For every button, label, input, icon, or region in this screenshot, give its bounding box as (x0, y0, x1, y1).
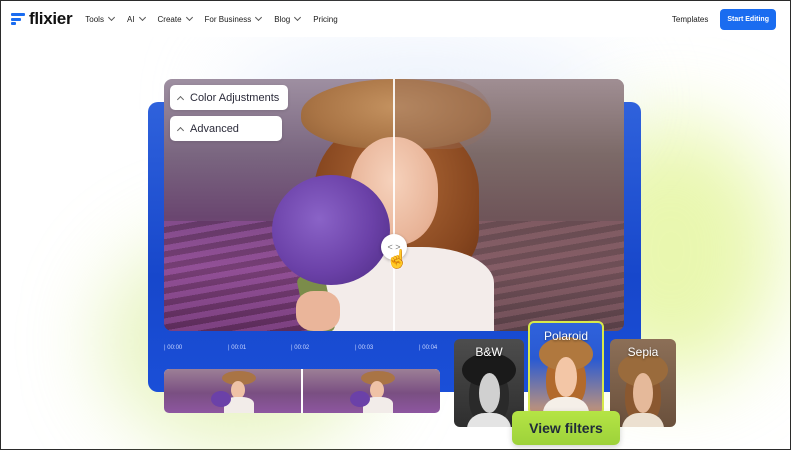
advanced-panel[interactable]: Advanced (170, 116, 282, 141)
clip-flowers (210, 391, 231, 407)
timeline-tick: | 00:01 (228, 345, 247, 351)
menu-blog-label: Blog (274, 14, 291, 24)
hand-pointer-icon: ☝ (386, 249, 409, 269)
clip-flowers (349, 391, 370, 407)
logo-mark-icon (11, 13, 25, 25)
top-navigation: flixier Tools AI Create For Business Blo… (1, 1, 790, 37)
chevron-up-icon (176, 95, 185, 103)
color-adjustments-panel[interactable]: Color Adjustments (170, 85, 289, 110)
chevron-down-icon (185, 13, 193, 22)
advanced-label: Advanced (190, 122, 239, 135)
timeline-tick: | 00:00 (164, 345, 183, 351)
timeline-clip[interactable] (303, 369, 440, 413)
chevron-down-icon (255, 13, 263, 22)
filter-thumb-shirt (621, 413, 665, 427)
compare-divider-line[interactable] (393, 79, 395, 331)
filter-card-polaroid[interactable]: Polaroid (528, 321, 604, 415)
menu-tools[interactable]: Tools (85, 13, 115, 24)
menu-blog[interactable]: Blog (274, 13, 302, 24)
menu-pricing-label: Pricing (313, 14, 338, 24)
menu-tools-label: Tools (85, 14, 104, 24)
start-editing-button[interactable]: Start Editing (720, 8, 776, 30)
menu-for-business[interactable]: For Business (204, 13, 263, 24)
filter-label: Sepia (627, 345, 659, 359)
chevron-down-icon (294, 13, 302, 22)
chevron-down-icon (138, 13, 146, 22)
menu-ai-label: AI (126, 14, 135, 24)
filter-thumb-face (555, 357, 577, 397)
chevron-down-icon (107, 13, 115, 22)
timeline-tick: | 00:04 (419, 345, 438, 351)
menu-create-label: Create (157, 14, 182, 24)
filter-card-sepia[interactable]: Sepia (610, 339, 676, 427)
filter-thumb-face (478, 373, 500, 413)
chevron-up-icon (176, 126, 185, 134)
logo-text: flixier (29, 9, 73, 28)
timeline-clip-strip[interactable] (164, 369, 440, 413)
hand (296, 291, 340, 331)
nav-right-actions: Templates Start Editing (672, 8, 776, 30)
filter-label: B&W (475, 345, 503, 359)
timeline-clip[interactable] (164, 369, 301, 413)
flixier-logo[interactable]: flixier (11, 9, 73, 29)
filter-thumb-face (633, 373, 653, 413)
menu-create[interactable]: Create (157, 13, 193, 24)
main-menu: Tools AI Create For Business Blog Pricin… (85, 13, 350, 24)
color-adjustments-label: Color Adjustments (190, 91, 280, 104)
view-filters-button[interactable]: View filters (512, 411, 620, 445)
menu-ai[interactable]: AI (126, 13, 146, 24)
timeline-tick: | 00:02 (291, 345, 310, 351)
menu-pricing[interactable]: Pricing (313, 15, 337, 24)
timeline-tick: | 00:03 (355, 345, 374, 351)
filter-label: Polaroid (543, 329, 589, 343)
templates-link[interactable]: Templates (672, 15, 708, 24)
lavender-bouquet (272, 175, 390, 285)
menu-for-business-label: For Business (204, 14, 252, 24)
